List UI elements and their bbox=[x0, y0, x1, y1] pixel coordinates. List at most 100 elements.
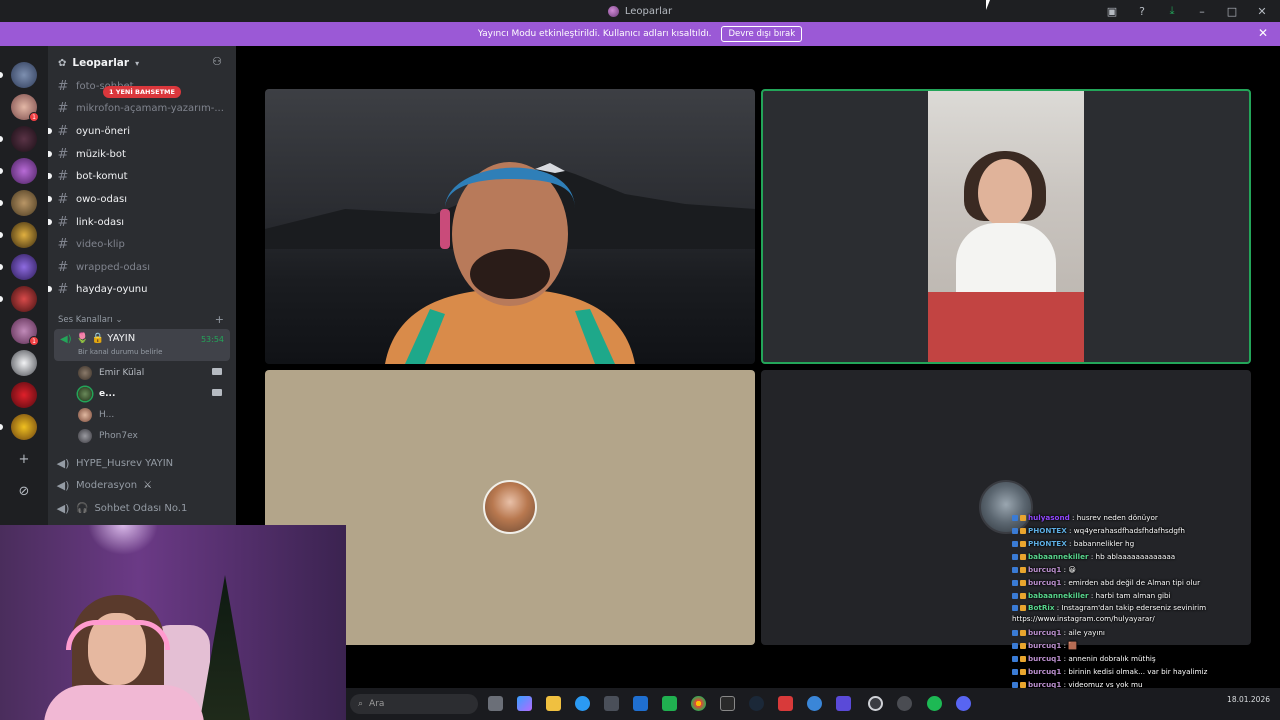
video-tile[interactable] bbox=[265, 89, 755, 364]
voice-status-text[interactable]: Bir kanal durumu belirle bbox=[78, 348, 162, 356]
server-icon[interactable] bbox=[11, 382, 37, 408]
server-icon[interactable] bbox=[0, 158, 37, 184]
voice-category-header[interactable]: Ses Kanalları ⌄ + bbox=[58, 313, 228, 326]
participant-face bbox=[978, 159, 1032, 227]
chat-separator: : bbox=[1066, 526, 1074, 535]
server-header[interactable]: ✿ Leoparlar ▾ ⚇ bbox=[48, 46, 236, 80]
steam-icon[interactable] bbox=[749, 696, 764, 711]
badge-icon bbox=[1020, 656, 1026, 662]
chrome-icon[interactable] bbox=[691, 696, 706, 711]
server-icon[interactable] bbox=[0, 222, 37, 248]
chat-username: BotRix bbox=[1028, 603, 1055, 612]
task-view-icon[interactable] bbox=[488, 696, 503, 711]
chat-text: 🟫 bbox=[1068, 641, 1078, 650]
edge-icon[interactable] bbox=[575, 696, 590, 711]
voice-user[interactable]: H... bbox=[78, 406, 228, 424]
avatar bbox=[78, 387, 92, 401]
chat-text: emirden abd değil de Alman tipi olur bbox=[1068, 578, 1201, 587]
avatar bbox=[483, 480, 537, 534]
chat-text: wq4yerahasdfhadsfhdafhsdgfh bbox=[1073, 526, 1185, 535]
server-icon[interactable]: 1 bbox=[11, 318, 39, 346]
channel-item[interactable]: # mikrofon-açamam-yazarım-... bbox=[56, 98, 228, 118]
download-icon[interactable]: ⤓ bbox=[1164, 4, 1180, 18]
help-icon[interactable]: ? bbox=[1134, 5, 1150, 18]
server-icon[interactable] bbox=[0, 126, 37, 152]
server-icon[interactable] bbox=[0, 190, 37, 216]
copilot-icon[interactable] bbox=[517, 696, 532, 711]
new-mention-pill[interactable]: 1 YENİ BAHSETME bbox=[103, 86, 181, 98]
channel-item[interactable]: # hayday-oyunu bbox=[48, 279, 228, 299]
voice-channel-item[interactable]: ◀) HYPE_Husrev YAYIN bbox=[56, 453, 228, 473]
spotify-icon[interactable] bbox=[927, 696, 942, 711]
server-icon[interactable] bbox=[11, 350, 37, 376]
hash-icon: # bbox=[57, 146, 69, 162]
hash-icon: # bbox=[57, 281, 69, 297]
app-icon[interactable] bbox=[778, 696, 793, 711]
participant-video bbox=[385, 162, 635, 364]
obs-icon[interactable] bbox=[868, 696, 883, 711]
server-icon[interactable] bbox=[0, 414, 37, 440]
app-icon[interactable] bbox=[897, 696, 912, 711]
hash-icon: # bbox=[57, 78, 69, 94]
xbox-icon[interactable] bbox=[662, 696, 677, 711]
voice-channel-name: 🌷 🔒 YAYIN bbox=[76, 333, 136, 344]
voice-user[interactable]: Emir Külal bbox=[78, 364, 228, 382]
close-icon[interactable]: ✕ bbox=[1258, 26, 1268, 40]
channel-item[interactable]: # müzik-bot bbox=[48, 144, 228, 164]
swords-icon: ⚔ bbox=[143, 479, 153, 491]
video-tile-speaking[interactable] bbox=[761, 89, 1251, 364]
epic-games-icon[interactable] bbox=[720, 696, 735, 711]
chat-text: annenin dobralık müthiş bbox=[1068, 654, 1156, 663]
channel-item[interactable]: # wrapped-odası bbox=[56, 257, 228, 277]
discord-icon[interactable] bbox=[956, 696, 971, 711]
chat-username: burcuq1 bbox=[1028, 667, 1062, 676]
badge-icon bbox=[1012, 656, 1018, 662]
streamer-body bbox=[44, 685, 204, 720]
channel-item[interactable]: # link-odası bbox=[48, 212, 228, 232]
channel-item[interactable]: # oyun-öneri bbox=[48, 121, 228, 141]
chat-separator: : bbox=[1088, 591, 1096, 600]
voice-timer: 53:54 bbox=[200, 335, 224, 344]
active-voice-channel[interactable]: ◀) 🌷 🔒 YAYIN 53:54 Bir kanal durumu beli… bbox=[54, 329, 230, 361]
server-icon[interactable]: 1 bbox=[11, 94, 39, 122]
maximize-icon[interactable]: □ bbox=[1224, 5, 1240, 18]
voice-channel-item[interactable]: ◀) 🎧 Sohbet Odası No.1 bbox=[56, 498, 228, 518]
speaker-icon: ◀) bbox=[60, 334, 72, 345]
voice-user[interactable]: Phon7ex bbox=[78, 427, 228, 445]
server-icon[interactable] bbox=[0, 286, 37, 312]
badge-icon bbox=[1012, 541, 1018, 547]
server-icon[interactable] bbox=[0, 62, 37, 88]
outlook-icon[interactable] bbox=[633, 696, 648, 711]
chat-username: babaannekiller bbox=[1028, 591, 1089, 600]
store-icon[interactable] bbox=[604, 696, 619, 711]
server-icon[interactable] bbox=[0, 254, 37, 280]
file-explorer-icon[interactable] bbox=[546, 696, 561, 711]
chat-message: burcuq1 : aile yayını bbox=[1012, 626, 1280, 639]
taskbar-search[interactable]: ⌕ Ara bbox=[350, 694, 478, 714]
disable-streamer-mode-button[interactable]: Devre dışı bırak bbox=[721, 26, 803, 42]
invite-people-icon[interactable]: ⚇ bbox=[212, 55, 222, 68]
minimize-icon[interactable]: – bbox=[1194, 5, 1210, 18]
voice-channel-item[interactable]: ◀) Moderasyon ⚔ bbox=[56, 475, 228, 495]
add-channel-icon[interactable]: + bbox=[215, 313, 224, 326]
discover-icon[interactable]: ⊘ bbox=[14, 482, 34, 502]
inbox-icon[interactable]: ▣ bbox=[1104, 5, 1120, 18]
badge-icon bbox=[1020, 567, 1026, 573]
chat-separator: : bbox=[1088, 552, 1096, 561]
chat-message: PHONTEX : babannelikler hg bbox=[1012, 537, 1280, 550]
add-server-icon[interactable]: + bbox=[14, 450, 34, 470]
close-window-icon[interactable]: ✕ bbox=[1254, 5, 1270, 18]
avatar bbox=[78, 429, 92, 443]
avatar bbox=[78, 408, 92, 422]
chat-message: hulyasond : husrev neden dönüyor bbox=[1012, 511, 1280, 524]
speaker-icon: ◀) bbox=[56, 456, 70, 470]
channel-item[interactable]: # bot-komut bbox=[48, 166, 228, 186]
system-tray-clock[interactable]: 18.01.2026 bbox=[1227, 694, 1270, 705]
channel-item[interactable]: # video-klip bbox=[56, 234, 228, 254]
voice-user[interactable]: e... bbox=[78, 385, 228, 403]
app-icon[interactable] bbox=[836, 696, 851, 711]
title-bar: Leoparlar ▣ ? ⤓ – □ ✕ bbox=[0, 0, 1280, 22]
banner-text: Yayıncı Modu etkinleştirildi. Kullanıcı … bbox=[477, 29, 712, 39]
app-icon[interactable] bbox=[807, 696, 822, 711]
channel-item[interactable]: # owo-odası bbox=[48, 189, 228, 209]
